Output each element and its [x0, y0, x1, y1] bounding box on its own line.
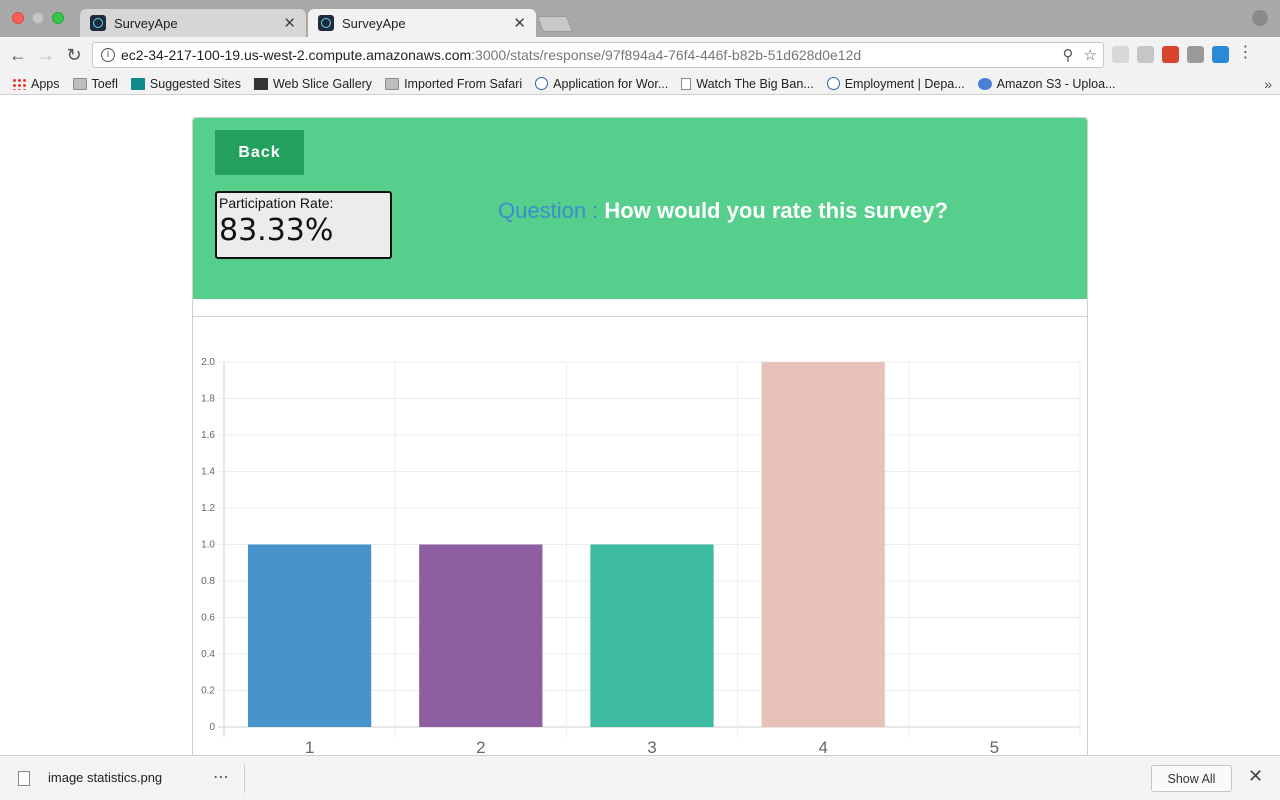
bookmarks-bar: Apps Toefl Suggested Sites Web Slice Gal…	[0, 73, 1280, 95]
tab-close-icon[interactable]: ✕	[283, 14, 296, 32]
tab-surveyape-1[interactable]: SurveyApe ✕	[80, 9, 306, 37]
y-tick-label: 0.6	[201, 613, 215, 624]
bar-1	[247, 544, 372, 727]
download-file-name[interactable]: image statistics.png	[48, 770, 162, 785]
url-host: ec2-34-217-100-19.us-west-2.compute.amaz…	[121, 47, 472, 63]
participation-rate-label: Participation Rate:	[219, 195, 334, 211]
bar-3	[590, 544, 714, 727]
minimize-window-button[interactable]	[32, 12, 44, 24]
s3-icon	[977, 77, 992, 90]
question-header: Back Participation Rate: 83.33% Question…	[193, 118, 1087, 299]
extension-icon[interactable]	[1212, 46, 1229, 63]
y-tick-label: 2.0	[201, 357, 215, 368]
address-bar[interactable]: i ec2-34-217-100-19.us-west-2.compute.am…	[92, 42, 1104, 68]
profile-icon[interactable]	[1252, 10, 1268, 26]
question-heading: Question : How would you rate this surve…	[498, 198, 948, 224]
y-tick-label: 0.2	[201, 686, 215, 697]
participation-rate-value: 83.33%	[219, 213, 334, 248]
forward-arrow-icon[interactable]: →	[36, 45, 56, 65]
bookmark-imported-from-safari[interactable]: Imported From Safari	[385, 77, 522, 91]
zoom-icon[interactable]: ⚲	[1063, 46, 1074, 64]
bookmark-suggested-sites[interactable]: Suggested Sites	[130, 77, 241, 91]
tab-strip: SurveyApe ✕ SurveyApe ✕	[0, 0, 1280, 37]
bookmark-toefl[interactable]: Toefl	[72, 77, 118, 91]
folder-icon	[72, 77, 87, 90]
stats-card: Back Participation Rate: 83.33% Question…	[192, 117, 1088, 777]
download-shelf: image statistics.png ⋯ Show All ✕	[0, 755, 1280, 800]
react-icon	[90, 15, 106, 31]
close-window-button[interactable]	[12, 12, 24, 24]
bookmark-apps[interactable]: Apps	[12, 77, 60, 91]
y-tick-label: 1.2	[201, 503, 215, 514]
tab-title: SurveyApe	[342, 15, 406, 31]
back-button[interactable]: Back	[215, 130, 304, 175]
apps-grid-icon	[12, 77, 26, 90]
bookmark-application[interactable]: Application for Wor...	[535, 77, 668, 91]
y-tick-label: 1.8	[201, 394, 215, 405]
y-tick-label: 0.8	[201, 576, 215, 587]
maximize-window-button[interactable]	[52, 12, 64, 24]
bookmark-amazon-s3[interactable]: Amazon S3 - Uploa...	[977, 77, 1115, 91]
bar-4	[761, 362, 885, 727]
bing-icon	[130, 77, 145, 90]
extension-icon[interactable]	[1112, 46, 1129, 63]
info-icon[interactable]: i	[101, 48, 115, 62]
bookmark-web-slice-gallery[interactable]: Web Slice Gallery	[253, 77, 372, 91]
globe-icon	[826, 77, 840, 90]
page-icon	[681, 77, 692, 90]
divider	[244, 764, 245, 793]
y-tick-label: 0.4	[201, 649, 215, 660]
globe-icon	[535, 77, 549, 90]
tab-close-icon[interactable]: ✕	[513, 14, 526, 32]
extension-icon[interactable]	[1162, 46, 1179, 63]
close-icon[interactable]: ✕	[1248, 766, 1263, 787]
reload-icon[interactable]: ↻	[64, 45, 84, 65]
new-tab-button[interactable]	[537, 16, 573, 32]
bar-2	[419, 544, 543, 727]
url-path: :3000/stats/response/97f894a4-76f4-446f-…	[471, 47, 862, 63]
question-label: Question :	[498, 198, 599, 223]
folder-icon	[385, 77, 400, 90]
y-tick-label: 1.4	[201, 467, 215, 478]
browser-toolbar: ← → ↻ i ec2-34-217-100-19.us-west-2.comp…	[0, 37, 1280, 73]
bookmarks-overflow-icon[interactable]: »	[1264, 76, 1272, 92]
y-tick-label: 0	[209, 722, 215, 733]
participation-rate-box: Participation Rate: 83.33%	[215, 191, 392, 259]
image-file-icon	[18, 771, 30, 786]
bookmark-star-icon[interactable]: ☆	[1084, 46, 1097, 64]
bookmark-employment[interactable]: Employment | Depa...	[826, 77, 965, 91]
show-all-button[interactable]: Show All	[1151, 765, 1232, 792]
menu-icon[interactable]: ⋮	[1237, 45, 1254, 63]
tab-title: SurveyApe	[114, 15, 178, 31]
bar-chart: 00.20.40.60.81.01.21.41.61.82.01 2 3 4 5	[201, 357, 1081, 757]
y-tick-label: 1.6	[201, 430, 215, 441]
drive-icon[interactable]	[1137, 46, 1154, 63]
y-tick-label: 1.0	[201, 540, 215, 551]
bookmark-watch-big-bang[interactable]: Watch The Big Ban...	[681, 77, 814, 91]
chart-container: 0 0.2 0.4 0.6 0.8 1.0 1.2 1.4 1.6 1.8 2.0 1 2 3 4 5	[193, 316, 1087, 778]
tab-surveyape-2[interactable]: SurveyApe ✕	[308, 9, 536, 37]
question-text: How would you rate this survey?	[604, 198, 948, 223]
react-icon	[318, 15, 334, 31]
more-options-icon[interactable]: ⋯	[213, 767, 230, 787]
back-arrow-icon[interactable]: ←	[8, 45, 28, 65]
web-slice-icon	[253, 77, 268, 90]
extension-icon[interactable]	[1187, 46, 1204, 63]
